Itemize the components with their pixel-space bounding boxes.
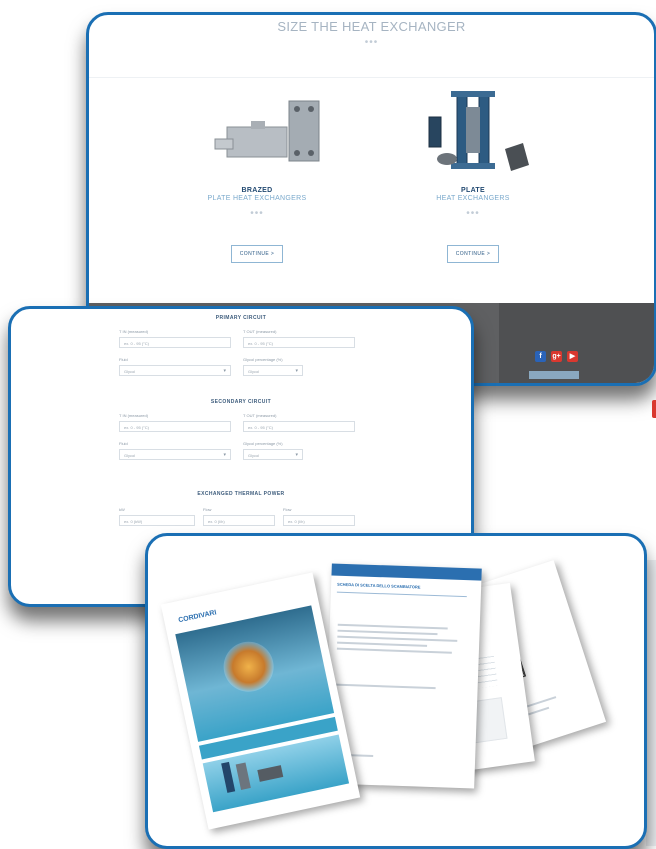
brazed-product-image (207, 97, 327, 177)
divider (89, 77, 654, 78)
product-plate: PLATE HEAT EXCHANGERS ••• CONTINUE > (383, 187, 563, 263)
primary-inlet-label: T IN (measured) (119, 329, 149, 334)
primary-outlet-label: T OUT (measured) (243, 329, 277, 334)
plate-product-image (419, 87, 539, 182)
select-value: Glycol (124, 453, 136, 458)
chevron-down-icon: ▾ (295, 452, 298, 458)
secondary-glycol-label: Glycol percentage (%) (243, 441, 283, 446)
flow2-input[interactable]: ex. 0 (l/h) (283, 515, 355, 526)
title-dots: ••• (364, 37, 379, 48)
text-line (337, 623, 448, 630)
flow2-label: Flow (283, 507, 292, 512)
secondary-inlet-label: T IN (measured) (119, 413, 149, 418)
select-value: Glycol (248, 369, 260, 374)
kw-label: kW (119, 507, 125, 512)
secondary-circuit-title: SECONDARY CIRCUIT (210, 399, 272, 405)
product-name: PLATE (461, 187, 485, 194)
generated-documents-panel: SCHEDA DI SCELTA DELLO SCAMBIATORE CORDI… (145, 533, 647, 849)
primary-inlet-input[interactable]: ex. 0 - 95 (°C) (119, 337, 231, 348)
brand-logo: CORDIVARI (177, 609, 218, 625)
product-subtitle: HEAT EXCHANGERS (436, 195, 510, 202)
facebook-icon[interactable]: f (535, 351, 546, 362)
text-line (337, 635, 458, 642)
secondary-outlet-input[interactable]: ex. 0 - 95 (°C) (243, 421, 355, 432)
product-brazed: BRAZED PLATE HEAT EXCHANGERS ••• CONTINU… (167, 187, 347, 263)
red-side-tab (652, 400, 656, 418)
sheet-title: SCHEDA DI SCELTA DELLO SCAMBIATORE (337, 581, 421, 590)
secondary-fluid-select[interactable]: Glycol ▾ (119, 449, 231, 460)
primary-glycol-label: Glycol percentage (%) (243, 357, 283, 362)
flow-label: Flow (203, 507, 212, 512)
secondary-glycol-select[interactable]: Glycol ▾ (243, 449, 303, 460)
splash-highlight (218, 637, 279, 697)
chevron-down-icon: ▾ (223, 452, 226, 458)
product-figure (257, 765, 284, 782)
text-line (336, 647, 452, 654)
product-name: BRAZED (241, 187, 273, 194)
primary-fluid-label: Fluid (119, 357, 128, 362)
secondary-inlet-input[interactable]: ex. 0 - 95 (°C) (119, 421, 231, 432)
kw-input[interactable]: ex. 0 (kW) (119, 515, 195, 526)
product-subtitle: PLATE HEAT EXCHANGERS (207, 195, 307, 202)
divider (336, 591, 467, 598)
text-line (335, 683, 436, 690)
secondary-fluid-label: Fluid (119, 441, 128, 446)
continue-brazed-button[interactable]: CONTINUE > (230, 245, 284, 263)
flow-input[interactable]: ex. 0 (l/h) (203, 515, 275, 526)
youtube-icon[interactable]: ▶ (567, 351, 578, 362)
primary-fluid-select[interactable]: Glycol ▾ (119, 365, 231, 376)
chevron-down-icon: ▾ (295, 368, 298, 374)
thermal-power-title: EXCHANGED THERMAL POWER (197, 491, 285, 497)
sheet-header-bar (331, 563, 482, 581)
googleplus-icon[interactable]: g+ (551, 351, 562, 362)
select-value: Glycol (248, 453, 260, 458)
primary-outlet-input[interactable]: ex. 0 - 95 (°C) (243, 337, 355, 348)
product-dots: ••• (466, 208, 480, 219)
continue-plate-button[interactable]: CONTINUE > (446, 245, 500, 263)
product-figure (235, 762, 251, 790)
background-page-edge (646, 560, 656, 846)
secondary-outlet-label: T OUT (measured) (243, 413, 277, 418)
chevron-down-icon: ▾ (223, 368, 226, 374)
text-line (337, 629, 438, 636)
product-figure (221, 761, 236, 793)
text-line (337, 641, 428, 647)
page-title: SIZE THE HEAT EXCHANGER (277, 19, 466, 34)
select-value: Glycol (124, 369, 136, 374)
footer-logo (529, 371, 579, 379)
primary-glycol-select[interactable]: Glycol ▾ (243, 365, 303, 376)
product-dots: ••• (250, 208, 264, 219)
primary-circuit-title: PRIMARY CIRCUIT (215, 315, 267, 321)
